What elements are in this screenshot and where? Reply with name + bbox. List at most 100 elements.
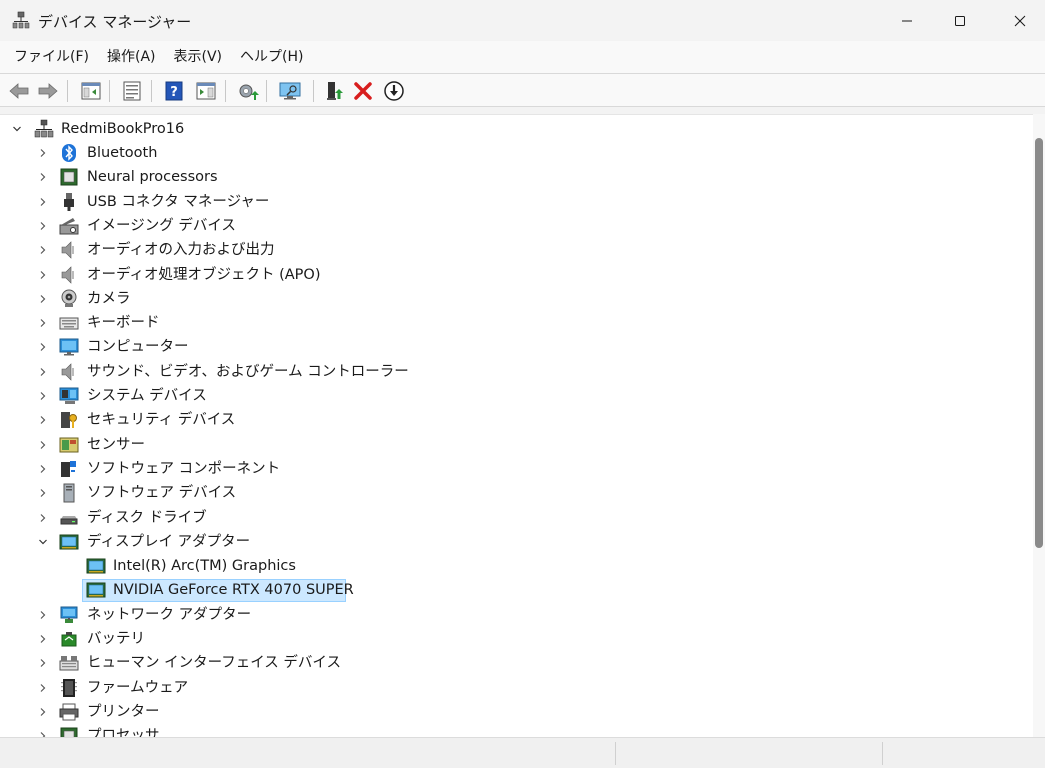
bluetooth-icon: [62, 144, 76, 162]
chevron-right-icon[interactable]: [36, 485, 50, 501]
tree-category[interactable]: キーボード: [0, 311, 1030, 335]
chevron-right-icon[interactable]: [36, 704, 50, 720]
chevron-right-icon[interactable]: [36, 388, 50, 404]
action-pane-button[interactable]: [193, 78, 219, 104]
toolbar-separator: [67, 80, 68, 102]
chevron-right-icon[interactable]: [36, 364, 50, 380]
close-button[interactable]: [995, 0, 1045, 41]
tree-category[interactable]: ディスク ドライブ: [0, 506, 1030, 530]
back-button[interactable]: [6, 78, 32, 104]
tree-category[interactable]: オーディオの入力および出力: [0, 238, 1030, 262]
tree-device[interactable]: Intel(R) Arc(TM) Graphics: [0, 554, 1030, 578]
tree-category-label: オーディオの入力および出力: [87, 242, 275, 259]
update-driver-button[interactable]: [235, 78, 261, 104]
tree-category[interactable]: カメラ: [0, 287, 1030, 311]
software-component-icon: [61, 460, 76, 477]
chevron-right-icon[interactable]: [36, 218, 50, 234]
chevron-right-icon[interactable]: [36, 145, 50, 161]
chevron-right-icon[interactable]: [36, 728, 50, 737]
speaker-icon: [61, 241, 74, 259]
tree-category[interactable]: プリンター: [0, 700, 1030, 724]
tree-category[interactable]: オーディオ処理オブジェクト (APO): [0, 263, 1030, 287]
tree-category-label: ファームウェア: [87, 679, 189, 696]
tree-category[interactable]: センサー: [0, 433, 1030, 457]
menu-action[interactable]: 操作(A): [99, 44, 164, 70]
disable-device-button[interactable]: [381, 78, 407, 104]
tree-category-label: システム デバイス: [87, 388, 207, 404]
maximize-button[interactable]: [935, 0, 985, 41]
tree-category-label: USB コネクタ マネージャー: [87, 193, 270, 210]
chevron-right-icon[interactable]: [36, 412, 50, 428]
tree-category[interactable]: Neural processors: [0, 165, 1030, 189]
chevron-right-icon[interactable]: [36, 339, 50, 355]
chevron-right-icon[interactable]: [36, 169, 50, 185]
chevron-right-icon[interactable]: [36, 194, 50, 210]
tree-category-label: イメージング デバイス: [87, 217, 236, 234]
computer-tree-root-icon: [34, 119, 54, 138]
tree-category-label: Neural processors: [87, 169, 218, 186]
menu-bar: ファイル(F) 操作(A) 表示(V) ヘルプ(H): [0, 41, 1045, 73]
chevron-down-icon[interactable]: [10, 121, 24, 137]
tree-category[interactable]: ソフトウェア デバイス: [0, 481, 1030, 505]
uninstall-device-button[interactable]: [350, 78, 376, 104]
tree-root[interactable]: RedmiBookPro16: [0, 117, 1030, 141]
tree-device-selected[interactable]: NVIDIA GeForce RTX 4070 SUPER: [0, 578, 1030, 603]
vertical-scrollbar[interactable]: [1033, 114, 1045, 737]
chevron-right-icon[interactable]: [36, 267, 50, 283]
chevron-right-icon[interactable]: [36, 315, 50, 331]
enable-device-button[interactable]: [322, 78, 348, 104]
tree-category[interactable]: サウンド、ビデオ、およびゲーム コントローラー: [0, 360, 1030, 384]
device-tree[interactable]: RedmiBookPro16 Bluetooth Neural processor…: [0, 114, 1033, 737]
chevron-right-icon[interactable]: [36, 291, 50, 307]
tree-category-label: コンピューター: [87, 339, 189, 356]
chevron-right-icon[interactable]: [36, 680, 50, 696]
menu-view[interactable]: 表示(V): [166, 44, 231, 70]
tree-category[interactable]: セキュリティ デバイス: [0, 408, 1030, 432]
chevron-right-icon[interactable]: [36, 510, 50, 526]
tree-category-label: プロセッサ: [87, 728, 160, 737]
tree-category[interactable]: プロセッサ: [0, 724, 1030, 737]
tree-category[interactable]: ディスプレイ アダプター: [0, 530, 1030, 554]
chevron-right-icon[interactable]: [36, 461, 50, 477]
menu-file[interactable]: ファイル(F): [6, 44, 97, 70]
speaker-icon: [61, 362, 74, 381]
tree-category[interactable]: ソフトウェア コンポーネント: [0, 457, 1030, 481]
minimize-icon: [902, 20, 912, 21]
system-device-icon: [59, 387, 79, 404]
menu-help[interactable]: ヘルプ(H): [232, 44, 311, 70]
tree-category-label: ヒューマン インターフェイス デバイス: [87, 655, 341, 672]
tree-category[interactable]: バッテリ: [0, 627, 1030, 651]
tree-category[interactable]: ネットワーク アダプター: [0, 603, 1030, 627]
chevron-right-icon[interactable]: [36, 655, 50, 671]
tree-category-label: バッテリ: [87, 631, 145, 647]
tree-category-label: センサー: [87, 436, 145, 453]
show-hide-console-tree-button[interactable]: [78, 78, 104, 104]
scan-hardware-button[interactable]: [277, 78, 303, 104]
tree-category-label: ネットワーク アダプター: [87, 606, 252, 623]
chevron-right-icon[interactable]: [36, 437, 50, 453]
chevron-right-icon[interactable]: [36, 242, 50, 258]
scrollbar-thumb[interactable]: [1035, 138, 1043, 548]
tree-category[interactable]: イメージング デバイス: [0, 214, 1030, 238]
properties-button[interactable]: [119, 78, 145, 104]
security-key-icon: [61, 412, 77, 429]
camera-icon: [61, 289, 77, 307]
toolbar-separator: [313, 80, 314, 102]
chevron-right-icon[interactable]: [36, 631, 50, 647]
minimize-button[interactable]: [882, 0, 932, 41]
window-title: デバイス マネージャー: [38, 13, 192, 31]
tree-category[interactable]: ファームウェア: [0, 676, 1030, 700]
tree-category[interactable]: コンピューター: [0, 335, 1030, 359]
tree-category[interactable]: ヒューマン インターフェイス デバイス: [0, 651, 1030, 675]
chevron-right-icon[interactable]: [36, 607, 50, 623]
back-arrow-icon: [9, 83, 29, 99]
chevron-down-icon[interactable]: [36, 534, 50, 550]
usb-connector-icon: [64, 192, 74, 211]
tree-category[interactable]: USB コネクタ マネージャー: [0, 190, 1030, 214]
tree-category[interactable]: Bluetooth: [0, 141, 1030, 165]
forward-button[interactable]: [35, 78, 61, 104]
help-button[interactable]: ?: [161, 78, 187, 104]
speaker-icon: [61, 265, 74, 284]
tree-category[interactable]: システム デバイス: [0, 384, 1030, 408]
tree-category-label: オーディオ処理オブジェクト (APO): [87, 266, 321, 283]
